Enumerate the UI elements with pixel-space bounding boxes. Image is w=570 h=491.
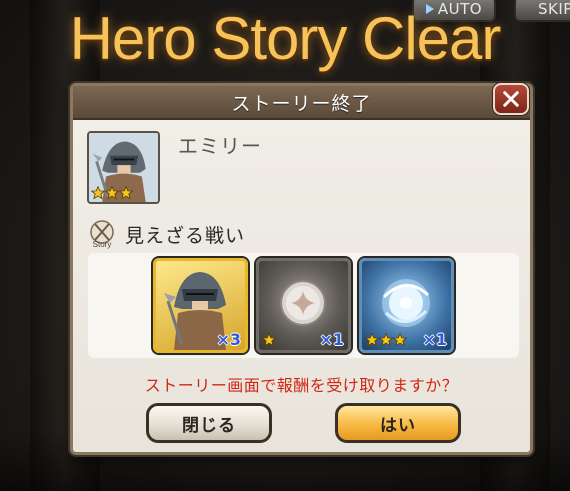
close-button[interactable]: 閉じる xyxy=(146,403,272,443)
star-icon xyxy=(262,333,276,347)
close-x-button[interactable] xyxy=(493,83,529,115)
hero-story-clear-title: Hero Story Clear xyxy=(69,5,502,72)
close-button-label: 閉じる xyxy=(182,415,236,436)
story-title-row: Story 見えざる戦い xyxy=(87,219,245,249)
reward-stars xyxy=(262,333,276,347)
reward-prompt-text: ストーリー画面で報酬を受け取りますか？ xyxy=(144,376,459,395)
reward-silver-orb[interactable]: ×1 xyxy=(256,258,351,353)
reward-count: ×1 xyxy=(422,330,447,349)
reward-blue-orb[interactable]: ×1 xyxy=(359,258,454,353)
dialog-title: ストーリー終了 xyxy=(231,92,372,115)
star-icon xyxy=(119,186,133,200)
close-icon xyxy=(503,91,519,107)
story-title: 見えざる戦い xyxy=(125,224,246,247)
star-icon xyxy=(379,333,393,347)
rewards-panel: ×3 ×1 ×1 xyxy=(88,253,519,358)
character-portrait xyxy=(87,131,160,204)
reward-count: ×1 xyxy=(319,330,344,349)
story-icon: Story xyxy=(90,220,114,249)
reward-character-piece[interactable]: ×3 xyxy=(153,258,248,353)
reward-stars xyxy=(365,333,407,347)
star-icon xyxy=(365,333,379,347)
character-name: エミリー xyxy=(178,134,262,158)
dialog-header: ストーリー終了 xyxy=(73,86,530,120)
reward-count: ×3 xyxy=(216,330,241,349)
yes-button-label: はい xyxy=(380,415,416,436)
character-rarity-stars xyxy=(91,186,133,200)
yes-button[interactable]: はい xyxy=(335,403,461,443)
story-icon-label: Story xyxy=(93,240,112,249)
star-icon xyxy=(105,186,119,200)
star-icon xyxy=(91,186,105,200)
star-icon xyxy=(393,333,407,347)
story-end-dialog: ストーリー終了 エミリー Story 見えざる戦い ×3 ×1 ×1 ストーリー… xyxy=(70,83,533,455)
